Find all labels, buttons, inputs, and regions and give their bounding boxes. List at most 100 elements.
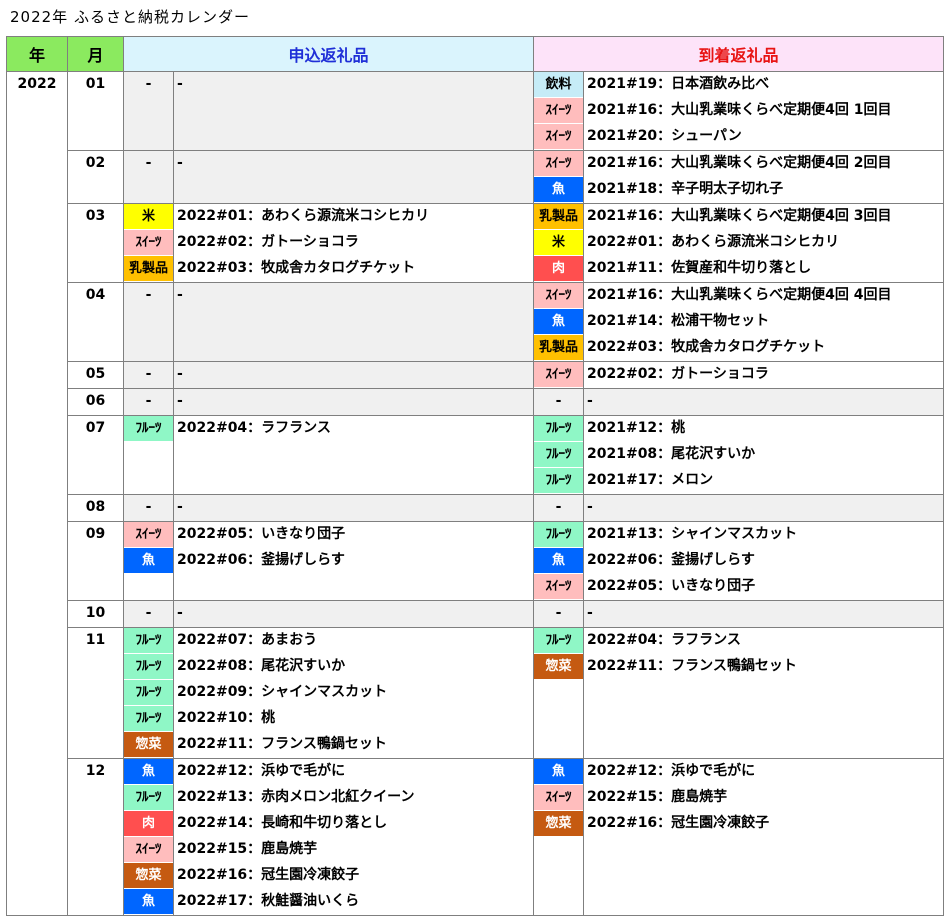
apply-tag-cell: - <box>123 361 174 389</box>
month-cell: 12 <box>67 758 124 916</box>
arrive-item-cell: 2021#16：大山乳業味くらべ定期便4回 2回目 2021#18：辛子明太子切れ… <box>583 150 944 204</box>
empty-dash: - <box>145 499 152 515</box>
arrive-item-cell: 2021#16：大山乳業味くらべ定期便4回 3回目 2022#01：あわくら源流米… <box>583 203 944 283</box>
arrive-item-text: 2022#06：釜揚げしらす <box>587 552 755 568</box>
arrive-item-text: 2021#13：シャインマスカット <box>587 526 798 542</box>
empty-dash: - <box>177 76 183 92</box>
month-row: 05 - - ｽｲｰﾂ 2022#02：ガトーショコラ <box>7 361 944 389</box>
apply-item-text: 2022#08：尾花沢すいか <box>177 658 346 674</box>
arrive-tag-cell: - <box>533 600 584 628</box>
month-cell: 02 <box>67 150 124 204</box>
arrive-item-text: 2021#18：辛子明太子切れ子 <box>587 181 784 197</box>
apply-tag-cell: 米ｽｲｰﾂ 乳製品 <box>123 203 174 283</box>
apply-item-text: 2022#04：ラフランス <box>177 420 331 436</box>
category-badge: 肉 <box>124 811 173 837</box>
arrive-tag-cell: ｽｲｰﾂ <box>533 361 584 389</box>
apply-item-text: 2022#06：釜揚げしらす <box>177 552 345 568</box>
apply-tag-cell: ｽｲｰﾂ魚 <box>123 521 174 601</box>
category-badge: ﾌﾙｰﾂ <box>124 706 173 732</box>
month-row: 12 魚ﾌﾙｰﾂ肉ｽｲｰﾂ 惣菜魚 2022#12：浜ゆで毛がに 2022#13：赤肉メ… <box>7 758 944 916</box>
month-row: 2022 01- - 飲料 ｽｲｰﾂ ｽｲｰﾂ 2021#19：日本酒飲み比べ 2021#16… <box>6 71 944 916</box>
arrive-header: 到着返礼品 <box>533 36 944 72</box>
arrive-item-text: 2021#17：メロン <box>587 472 714 488</box>
month-cell: 03 <box>67 203 124 283</box>
empty-dash: - <box>177 287 183 303</box>
apply-item-text: 2022#07：あまおう <box>177 632 318 648</box>
category-badge: 乳製品 <box>534 204 583 230</box>
arrive-item-text: 2021#11：佐賀産和牛切り落とし <box>587 260 812 276</box>
category-badge: ｽｲｰﾂ <box>534 362 583 388</box>
apply-item-cell: - <box>173 71 534 151</box>
empty-dash: - <box>177 155 183 171</box>
month-row: 03 米ｽｲｰﾂ 乳製品 2022#01：あわくら源流米コシヒカリ 2022#02：ガト… <box>7 203 944 283</box>
empty-dash: - <box>555 605 562 621</box>
category-badge: ｽｲｰﾂ <box>534 574 583 600</box>
arrive-item-text: 2022#11：フランス鴨鍋セット <box>587 658 797 674</box>
category-badge: 魚 <box>534 759 583 785</box>
arrive-item-text: 2021#16：大山乳業味くらべ定期便4回 3回目 <box>587 208 892 224</box>
arrive-item-text: 2021#20：シューパン <box>587 128 742 144</box>
apply-item-cell: - <box>173 600 534 628</box>
month-row: 06 - - - - <box>7 388 944 416</box>
apply-item-text: 2022#15：鹿島焼芋 <box>177 841 318 857</box>
arrive-tag-cell: ﾌﾙｰﾂ魚ｽｲｰﾂ <box>533 521 584 601</box>
arrive-item-text: 2021#08：尾花沢すいか <box>587 446 756 462</box>
empty-dash: - <box>555 393 562 409</box>
apply-item-text: 2022#12：浜ゆで毛がに <box>177 763 346 779</box>
arrive-tag-cell: ﾌﾙｰﾂ 惣菜 <box>533 627 584 759</box>
month-cell: 10 <box>67 600 124 628</box>
category-badge: 惣菜 <box>124 863 173 889</box>
arrive-item-text: 2022#01：あわくら源流米コシヒカリ <box>587 234 840 250</box>
apply-item-text: 2022#09：シャインマスカット <box>177 684 388 700</box>
category-badge: ｽｲｰﾂ <box>124 522 173 548</box>
category-badge: ﾌﾙｰﾂ <box>534 468 583 494</box>
apply-item-cell: - <box>173 150 534 204</box>
empty-dash: - <box>587 393 593 409</box>
category-badge: ｽｲｰﾂ <box>534 124 583 150</box>
arrive-item-text: 2021#14：松浦干物セット <box>587 313 770 329</box>
page-title: 2022年 ふるさと納税カレンダー <box>10 8 250 26</box>
month-cell: 06 <box>67 388 124 416</box>
arrive-tag-cell: 乳製品米肉 <box>533 203 584 283</box>
month-cell: 01 <box>67 71 124 151</box>
category-badge: 魚 <box>124 889 173 915</box>
apply-item-text: 2022#14：長崎和牛切り落とし <box>177 815 388 831</box>
apply-item-text: 2022#17：秋鮭醤油いくら <box>177 893 360 909</box>
apply-tag-cell: - <box>123 150 174 204</box>
apply-header: 申込返礼品 <box>123 36 534 72</box>
arrive-item-text: 2022#02：ガトーショコラ <box>587 366 769 382</box>
year-cell: 2022 <box>6 71 68 916</box>
category-badge: ﾌﾙｰﾂ <box>124 628 173 654</box>
month-row: 04- - ｽｲｰﾂ魚乳製品 2021#16：大山乳業味くらべ定期便4回 4回目 202… <box>7 282 944 362</box>
category-badge: 乳製品 <box>534 335 583 361</box>
apply-item-cell: - <box>173 494 534 522</box>
arrive-tag-cell: 飲料 ｽｲｰﾂ ｽｲｰﾂ <box>533 71 584 151</box>
month-row: 07 ﾌﾙｰﾂ 2022#04：ラフランス ﾌﾙｰﾂ ﾌﾙｰﾂ ﾌﾙｰﾂ 2021#12：桃… <box>7 415 944 495</box>
empty-dash: - <box>587 499 593 515</box>
arrive-item-text: 2021#12：桃 <box>587 420 686 436</box>
category-badge: 惣菜 <box>534 811 583 837</box>
apply-item-text: 2022#11：フランス鴨鍋セット <box>177 736 387 752</box>
month-row: 08 - - - - <box>7 494 944 522</box>
arrive-tag-cell: ﾌﾙｰﾂ ﾌﾙｰﾂ ﾌﾙｰﾂ <box>533 415 584 495</box>
empty-dash: - <box>145 287 152 303</box>
year-header: 年 <box>6 36 68 72</box>
arrive-tag-cell: ｽｲｰﾂ魚 <box>533 150 584 204</box>
apply-item-text: 2022#03：牧成舎カタログチケット <box>177 260 416 276</box>
category-badge: ｽｲｰﾂ <box>534 785 583 811</box>
category-badge: 惣菜 <box>124 732 173 758</box>
apply-item-cell: 2022#01：あわくら源流米コシヒカリ 2022#02：ガトーショコラ 2022#… <box>173 203 534 283</box>
apply-item-cell: - <box>173 361 534 389</box>
month-cell: 05 <box>67 361 124 389</box>
empty-dash: - <box>145 76 152 92</box>
month-row: 10 - - - - <box>7 600 944 628</box>
category-badge: ｽｲｰﾂ <box>124 230 173 256</box>
arrive-item-text: 2021#16：大山乳業味くらべ定期便4回 2回目 <box>587 155 892 171</box>
empty-dash: - <box>177 605 183 621</box>
empty-dash: - <box>145 155 152 171</box>
arrive-item-cell: 2022#04：ラフランス 2022#11：フランス鴨鍋セット <box>583 627 944 759</box>
arrive-item-text: 2022#16：冠生園冷凍餃子 <box>587 815 770 831</box>
apply-item-cell: 2022#04：ラフランス <box>173 415 534 495</box>
arrive-item-cell: 2022#12：浜ゆで毛がに 2022#15：鹿島焼芋 2022#16：冠生園冷凍餃… <box>583 758 944 916</box>
apply-tag-cell: 魚ﾌﾙｰﾂ肉ｽｲｰﾂ 惣菜魚 <box>123 758 174 916</box>
